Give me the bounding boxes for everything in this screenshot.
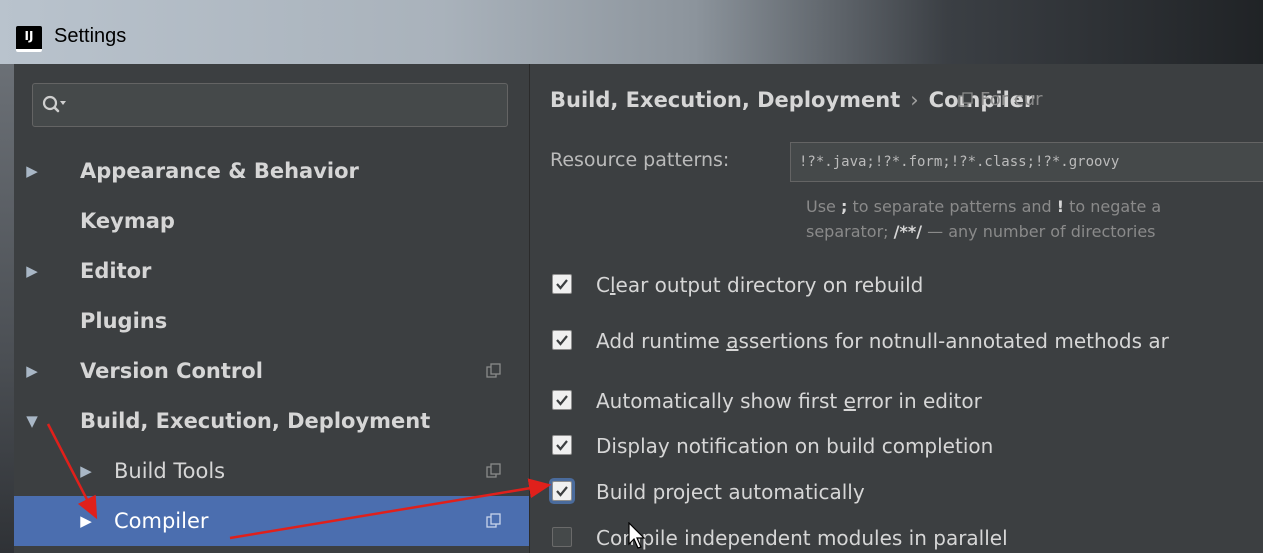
for-current-project-note: For cur <box>958 82 1043 118</box>
sidebar-item-label: Editor <box>80 259 152 283</box>
mouse-cursor-icon <box>628 522 646 549</box>
project-settings-icon <box>486 513 501 528</box>
project-settings-icon <box>486 363 501 378</box>
settings-window: IJ Settings ▶ Appearance & Behavior Keym… <box>0 0 1263 553</box>
checkbox-label: Build project automatically <box>596 480 865 504</box>
sidebar-item-appearance-behavior[interactable]: ▶ Appearance & Behavior <box>14 146 529 196</box>
checkbox-label: Automatically show first error in editor <box>596 389 982 413</box>
sidebar-item-build-execution-deployment[interactable]: ▼ Build, Execution, Deployment <box>14 396 529 446</box>
build-project-automatically-checkbox[interactable] <box>552 481 572 501</box>
checkmark-icon <box>556 395 568 406</box>
sidebar-item-label: Plugins <box>80 309 168 333</box>
compiler-settings-panel: Build, Execution, Deployment › Compiler Fo… <box>530 64 1263 553</box>
checkbox-label: Display notification on build completion <box>596 434 994 458</box>
desktop-background <box>0 64 14 553</box>
compile-parallel-checkbox[interactable] <box>552 527 572 547</box>
expand-arrow-icon[interactable]: ▶ <box>76 446 96 496</box>
checkmark-icon <box>556 486 568 497</box>
resource-patterns-input[interactable]: !?*.java;!?*.form;!?*.class;!?*.groovy <box>790 142 1263 182</box>
checkbox-label: Compile independent modules in parallel <box>596 526 1008 550</box>
collapse-arrow-icon[interactable]: ▼ <box>22 396 42 446</box>
project-settings-icon <box>958 92 973 107</box>
sidebar-item-label: Keymap <box>80 209 175 233</box>
sidebar-item-plugins[interactable]: Plugins <box>14 296 529 346</box>
sidebar-item-build-tools[interactable]: ▶ Build Tools <box>14 446 529 496</box>
resource-patterns-label: Resource patterns: <box>550 149 730 171</box>
expand-arrow-icon[interactable]: ▶ <box>22 146 42 196</box>
checkmark-icon <box>556 279 568 290</box>
sidebar-item-label: Build Tools <box>114 459 226 483</box>
sidebar-item-label: Compiler <box>114 509 209 533</box>
sidebar-item-label: Build, Execution, Deployment <box>80 409 431 433</box>
sidebar-item-label: Appearance & Behavior <box>80 159 359 183</box>
sidebar-item-version-control[interactable]: ▶ Version Control <box>14 346 529 396</box>
checkmark-icon <box>556 335 568 346</box>
checkbox-label: Add runtime assertions for notnull-annot… <box>596 329 1169 353</box>
sidebar-item-keymap[interactable]: Keymap <box>14 196 529 246</box>
sidebar-item-editor[interactable]: ▶ Editor <box>14 246 529 296</box>
breadcrumb-item-build-execution-deployment[interactable]: Build, Execution, Deployment <box>550 88 900 112</box>
settings-search-input[interactable] <box>75 90 499 122</box>
search-icon[interactable] <box>41 92 67 118</box>
runtime-assertions-checkbox[interactable] <box>552 330 572 350</box>
expand-arrow-icon[interactable]: ▶ <box>76 496 96 546</box>
clear-output-directory-checkbox[interactable] <box>552 274 572 294</box>
show-first-error-checkbox[interactable] <box>552 390 572 410</box>
settings-search-box[interactable] <box>32 83 508 127</box>
expand-arrow-icon[interactable]: ▶ <box>22 346 42 396</box>
resource-patterns-hint: Use ; to separate patterns and ! to nega… <box>806 197 1162 241</box>
expand-arrow-icon[interactable]: ▶ <box>22 246 42 296</box>
breadcrumb-separator-icon: › <box>910 88 919 112</box>
sidebar-item-label: Version Control <box>80 359 263 383</box>
window-title: Settings <box>54 25 127 47</box>
for-current-text: For cur <box>980 89 1043 110</box>
intellij-logo-icon: IJ <box>16 26 42 52</box>
title-bar: IJ Settings <box>0 0 1263 64</box>
settings-sidebar: ▶ Appearance & Behavior Keymap ▶ Editor … <box>14 64 530 553</box>
build-notification-checkbox[interactable] <box>552 435 572 455</box>
checkbox-label: Clear output directory on rebuild <box>596 273 924 297</box>
sidebar-item-compiler[interactable]: ▶ Compiler <box>14 496 529 546</box>
project-settings-icon <box>486 463 501 478</box>
checkmark-icon <box>556 440 568 451</box>
